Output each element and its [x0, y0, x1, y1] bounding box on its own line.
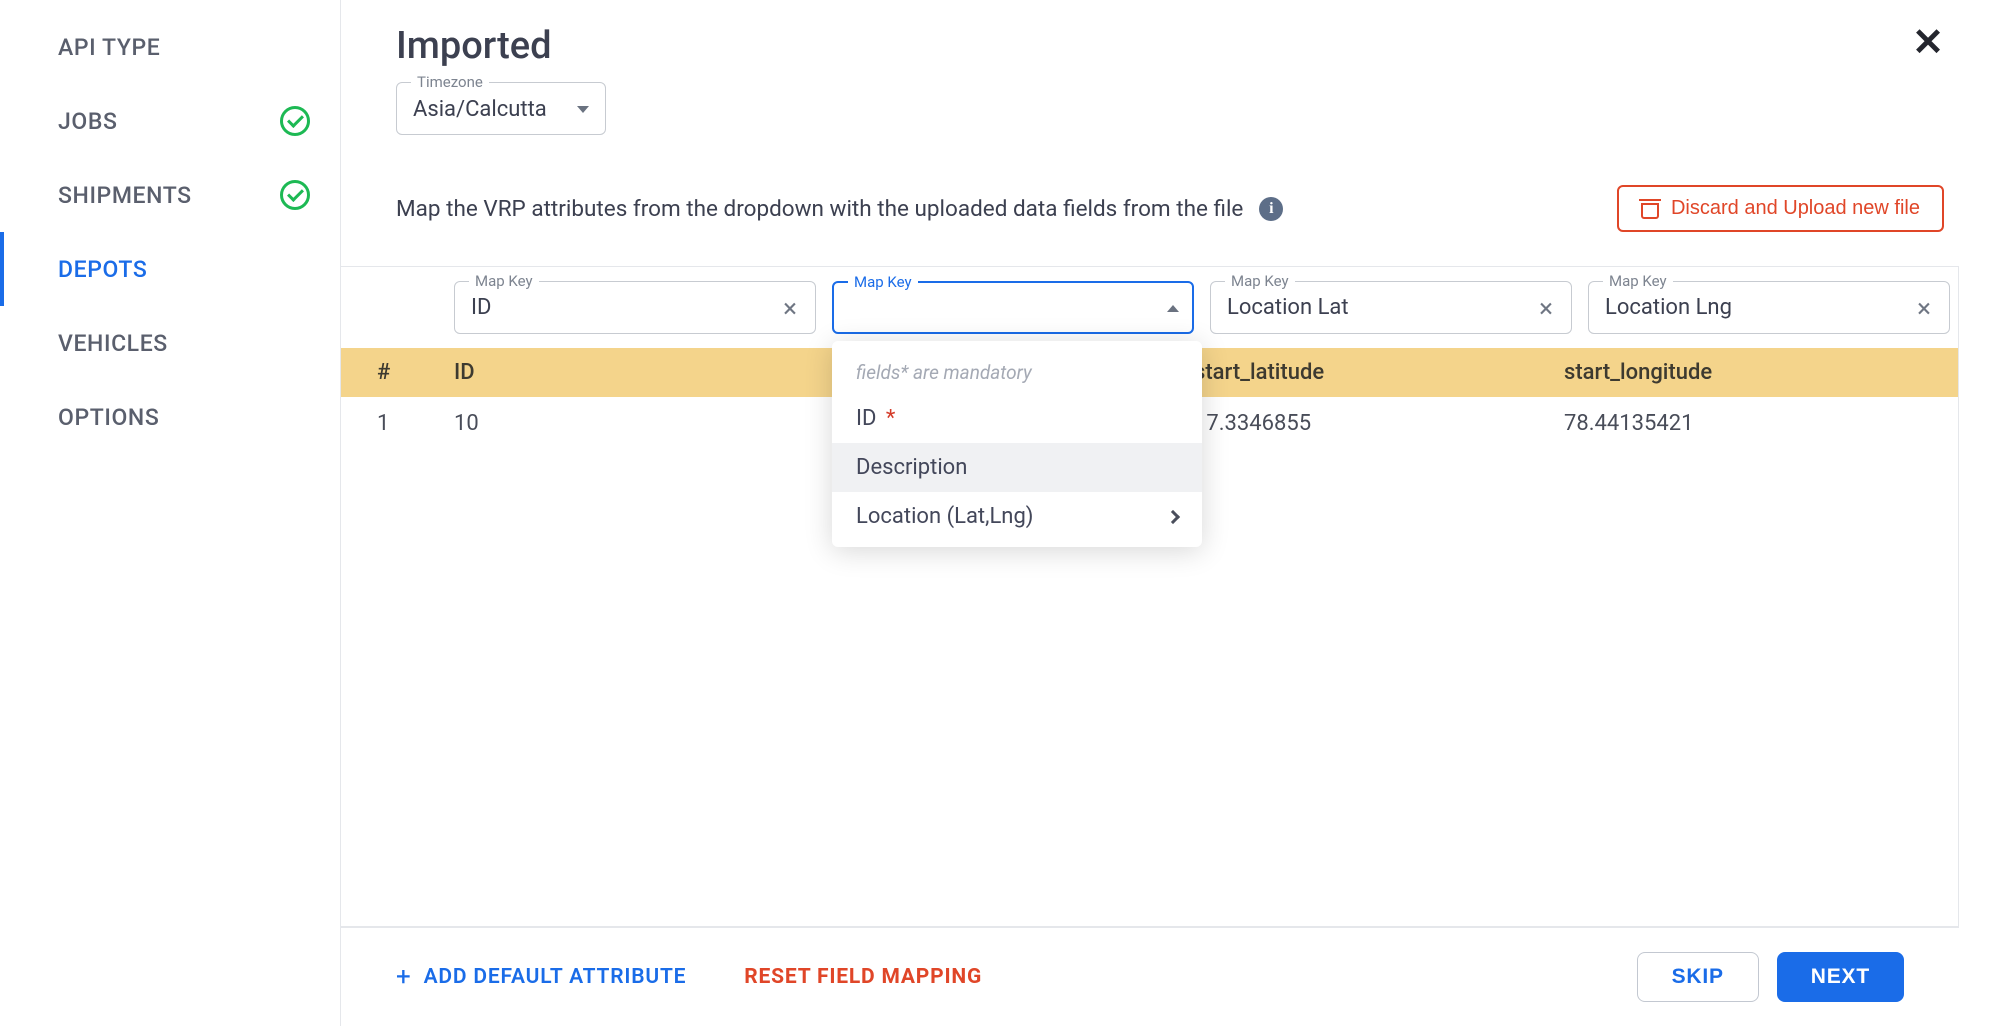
timezone-label: Timezone — [411, 73, 489, 91]
page-title: Imported — [396, 24, 552, 68]
mapkey-label: Map Key — [469, 272, 539, 290]
cell-id: 10 — [446, 411, 816, 436]
required-asterisk: * — [880, 406, 895, 431]
next-button[interactable]: NEXT — [1777, 952, 1904, 1002]
sidebar-label: SHIPMENTS — [58, 182, 192, 209]
mapkey-select-4[interactable]: Map Key Location Lng × — [1588, 281, 1950, 334]
mapkey-select-2[interactable]: Map Key — [832, 281, 1194, 334]
add-default-attribute-button[interactable]: + ADD DEFAULT ATTRIBUTE — [396, 962, 686, 992]
mapkey-label: Map Key — [1603, 272, 1673, 290]
col-header-start-latitude: start_latitude — [1186, 360, 1556, 385]
sidebar-label: JOBS — [58, 108, 117, 135]
skip-button[interactable]: SKIP — [1637, 952, 1759, 1002]
caret-down-icon — [577, 106, 589, 113]
chevron-right-icon — [1166, 509, 1180, 523]
dropdown-item-label: Description — [856, 455, 967, 480]
mapkey-select-1[interactable]: Map Key ID × — [454, 281, 816, 334]
check-icon — [280, 180, 310, 210]
instruction-text: Map the VRP attributes from the dropdown… — [396, 196, 1243, 222]
dropdown-item-id[interactable]: ID * — [832, 394, 1202, 443]
main-panel: Imported ✕ Timezone Asia/Calcutta Map th… — [341, 0, 1999, 1026]
close-icon[interactable]: ✕ — [1912, 24, 1944, 62]
timezone-select[interactable]: Timezone Asia/Calcutta — [396, 82, 606, 135]
timezone-value: Asia/Calcutta — [413, 97, 565, 122]
plus-icon: + — [396, 962, 412, 992]
dropdown-item-description[interactable]: Description — [832, 443, 1202, 492]
mapkey-value: Location Lng — [1605, 295, 1913, 322]
dropdown-item-label: ID — [856, 406, 876, 431]
mapkey-value: ID — [471, 295, 779, 322]
reset-field-mapping-button[interactable]: RESET FIELD MAPPING — [744, 965, 982, 989]
sidebar-label: DEPOTS — [58, 256, 147, 283]
mapkey-dropdown: fields* are mandatory ID * Description L… — [832, 341, 1202, 547]
trash-icon — [1641, 199, 1659, 219]
col-header-start-longitude: start_longitude — [1556, 360, 1926, 385]
mapping-table: Map Key ID × Map Key fields* are mandato… — [341, 266, 1959, 927]
info-icon[interactable]: i — [1259, 197, 1283, 221]
mapkey-select-3[interactable]: Map Key Location Lat × — [1210, 281, 1572, 334]
footer: + ADD DEFAULT ATTRIBUTE RESET FIELD MAPP… — [341, 927, 1959, 1026]
mapkey-label: Map Key — [1225, 272, 1295, 290]
col-header-index: # — [341, 360, 446, 385]
sidebar-label: API TYPE — [58, 34, 160, 61]
sidebar-item-api-type[interactable]: API TYPE — [0, 10, 340, 84]
clear-icon[interactable]: × — [779, 296, 801, 322]
col-header-id: ID — [446, 360, 816, 385]
sidebar-label: VEHICLES — [58, 330, 168, 357]
add-attr-label: ADD DEFAULT ATTRIBUTE — [424, 965, 687, 989]
sidebar-item-jobs[interactable]: JOBS — [0, 84, 340, 158]
cell-start-latitude: 17.3346855 — [1186, 411, 1556, 436]
discard-label: Discard and Upload new file — [1671, 197, 1920, 220]
mapkey-value: Location Lat — [1227, 295, 1535, 322]
clear-icon[interactable]: × — [1913, 296, 1935, 322]
caret-up-icon — [1167, 305, 1179, 312]
dropdown-item-location[interactable]: Location (Lat,Lng) — [832, 492, 1202, 541]
cell-index: 1 — [341, 411, 446, 436]
clear-icon[interactable]: × — [1535, 296, 1557, 322]
mapkey-value — [849, 295, 1155, 322]
cell-start-longitude: 78.44135421 — [1556, 411, 1926, 436]
sidebar-item-depots[interactable]: DEPOTS — [0, 232, 340, 306]
sidebar-item-shipments[interactable]: SHIPMENTS — [0, 158, 340, 232]
mapkey-label: Map Key — [848, 273, 918, 291]
dropdown-item-label: Location (Lat,Lng) — [856, 504, 1033, 529]
discard-upload-button[interactable]: Discard and Upload new file — [1617, 185, 1944, 232]
check-icon — [280, 106, 310, 136]
dropdown-hint: fields* are mandatory — [832, 347, 1202, 394]
sidebar-item-vehicles[interactable]: VEHICLES — [0, 306, 340, 380]
sidebar: API TYPE JOBS SHIPMENTS DEPOTS VEHICLES … — [0, 0, 341, 1026]
sidebar-label: OPTIONS — [58, 404, 159, 431]
sidebar-item-options[interactable]: OPTIONS — [0, 380, 340, 454]
